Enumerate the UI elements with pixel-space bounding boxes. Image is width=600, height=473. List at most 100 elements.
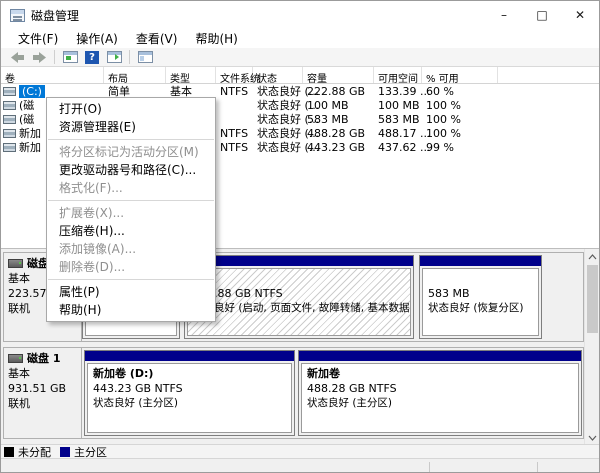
status-bar (1, 458, 599, 473)
vertical-scrollbar[interactable] (584, 249, 599, 445)
minimize-button[interactable]: – (485, 1, 523, 29)
selected-volume-label: (C:) (19, 85, 45, 98)
menu-item-change-drive-letter[interactable]: 更改驱动器号和路径(C)... (47, 161, 215, 179)
percent-free-cell: 100 % (422, 99, 498, 112)
capacity-cell: 488.28 GB (303, 127, 374, 140)
disk-status: 联机 (8, 396, 81, 411)
percent-free-cell: 60 % (422, 85, 498, 98)
column-header-layout[interactable]: 布局 (104, 67, 166, 83)
menu-item-mark-partition-active: 将分区标记为活动分区(M) (47, 143, 215, 161)
free-space-cell: 437.62 ... (374, 141, 422, 154)
scroll-down-icon[interactable] (585, 430, 600, 445)
partition-c-selected[interactable]: (C:) 222.88 GB NTFS 状态良好 (启动, 页面文件, 故障转储… (184, 255, 414, 339)
disk-icon (8, 259, 23, 268)
properties-pane-button[interactable] (134, 49, 156, 66)
menu-item-shrink-volume[interactable]: 压缩卷(H)... (47, 222, 215, 240)
disk-1-label[interactable]: 磁盘 1 基本 931.51 GB 联机 (4, 348, 82, 438)
menu-item-format: 格式化(F)... (47, 179, 215, 197)
volume-icon (3, 115, 16, 124)
column-header-blank (498, 67, 599, 83)
free-space-cell: 488.17 ... (374, 127, 422, 140)
percent-free-cell: 99 % (422, 141, 498, 154)
menu-item-explorer[interactable]: 资源管理器(E) (47, 118, 215, 136)
close-button[interactable]: ✕ (561, 1, 599, 29)
window-title: 磁盘管理 (31, 7, 79, 24)
percent-free-cell: 100 % (422, 113, 498, 126)
free-space-cell: 100 MB (374, 99, 422, 112)
maximize-button[interactable]: □ (523, 1, 561, 29)
back-icon (10, 51, 25, 64)
capacity-cell: 100 MB (303, 99, 374, 112)
menu-item-delete-volume: 删除卷(D)... (47, 258, 215, 276)
partition-color-band (85, 351, 294, 361)
volume-icon (3, 143, 16, 152)
statusbar-divider (429, 462, 430, 472)
help-icon: ? (85, 51, 99, 64)
disk-1-row: 磁盘 1 基本 931.51 GB 联机 新加卷 (D:) 443.23 GB … (3, 347, 584, 439)
partition-d-new-volume[interactable]: 新加卷 (D:) 443.23 GB NTFS 状态良好 (主分区) (84, 350, 295, 436)
menu-separator (48, 200, 214, 201)
volume-table-header: 卷 布局 类型 文件系统 状态 容量 可用空间 % 可用 (1, 67, 599, 84)
disk-size: 931.51 GB (8, 381, 81, 396)
percent-free-cell: 100 % (422, 127, 498, 140)
toolbar: ? (1, 48, 599, 67)
capacity-cell: 583 MB (303, 113, 374, 126)
console-tree-icon (63, 51, 78, 63)
title-bar: 磁盘管理 – □ ✕ (1, 1, 599, 29)
toolbar-separator (54, 50, 55, 64)
column-header-type[interactable]: 类型 (166, 67, 216, 83)
help-button[interactable]: ? (81, 49, 103, 66)
forward-button[interactable] (28, 49, 50, 66)
menu-help[interactable]: 帮助(H) (186, 28, 246, 49)
free-space-cell: 133.39 ... (374, 85, 422, 98)
partition-new-volume[interactable]: 新加卷 488.28 GB NTFS 状态良好 (主分区) (298, 350, 582, 436)
properties-pane-icon (138, 51, 153, 63)
back-button[interactable] (6, 49, 28, 66)
column-header-filesystem[interactable]: 文件系统 (216, 67, 253, 83)
menu-separator (48, 139, 214, 140)
partition-recovery[interactable]: 583 MB 状态良好 (恢复分区) (419, 255, 542, 339)
primary-partition-swatch (60, 447, 70, 457)
menu-action[interactable]: 操作(A) (67, 28, 127, 49)
partition-color-band (420, 256, 541, 266)
disk-management-app-icon (10, 9, 25, 22)
unallocated-swatch (4, 447, 14, 457)
column-header-percent-free[interactable]: % 可用 (422, 67, 498, 83)
disk-type: 基本 (8, 366, 81, 381)
scrollbar-thumb[interactable] (587, 265, 598, 333)
menu-item-extend-volume: 扩展卷(X)... (47, 204, 215, 222)
table-row-volume-c[interactable]: (C:) 简单 基本 NTFS 状态良好 (... 222.88 GB 133.… (1, 84, 599, 98)
column-header-capacity[interactable]: 容量 (303, 67, 374, 83)
volume-cell: (C:) (1, 85, 104, 98)
partition-color-band (299, 351, 581, 361)
partition-color-band (185, 256, 413, 266)
menu-item-help[interactable]: 帮助(H) (47, 301, 215, 319)
scroll-up-icon[interactable] (585, 249, 600, 264)
free-space-cell: 583 MB (374, 113, 422, 126)
show-console-tree-button[interactable] (59, 49, 81, 66)
menu-item-properties[interactable]: 属性(P) (47, 283, 215, 301)
column-header-volume[interactable]: 卷 (1, 67, 104, 83)
status-cell: 状态良好 (... (253, 139, 303, 155)
volume-context-menu: 打开(O) 资源管理器(E) 将分区标记为活动分区(M) 更改驱动器号和路径(C… (46, 97, 216, 322)
menu-item-open[interactable]: 打开(O) (47, 100, 215, 118)
capacity-cell: 222.88 GB (303, 85, 374, 98)
capacity-cell: 443.23 GB (303, 141, 374, 154)
toolbar-separator (129, 50, 130, 64)
legend-bar: 未分配 主分区 (1, 444, 599, 458)
menu-bar: 文件(F) 操作(A) 查看(V) 帮助(H) (1, 29, 599, 48)
disk-management-window: 磁盘管理 – □ ✕ 文件(F) 操作(A) 查看(V) 帮助(H) ? (0, 0, 600, 473)
forward-icon (32, 51, 47, 64)
menu-file[interactable]: 文件(F) (9, 28, 67, 49)
column-header-status[interactable]: 状态 (253, 67, 303, 83)
volume-icon (3, 101, 16, 110)
show-action-pane-button[interactable] (103, 49, 125, 66)
filesystem-cell: NTFS (216, 141, 253, 154)
menu-item-add-mirror: 添加镜像(A)... (47, 240, 215, 258)
volume-icon (3, 129, 16, 138)
filesystem-cell: NTFS (216, 85, 253, 98)
column-header-free-space[interactable]: 可用空间 (374, 67, 422, 83)
menu-view[interactable]: 查看(V) (127, 28, 187, 49)
filesystem-cell: NTFS (216, 127, 253, 140)
action-pane-icon (107, 51, 122, 63)
